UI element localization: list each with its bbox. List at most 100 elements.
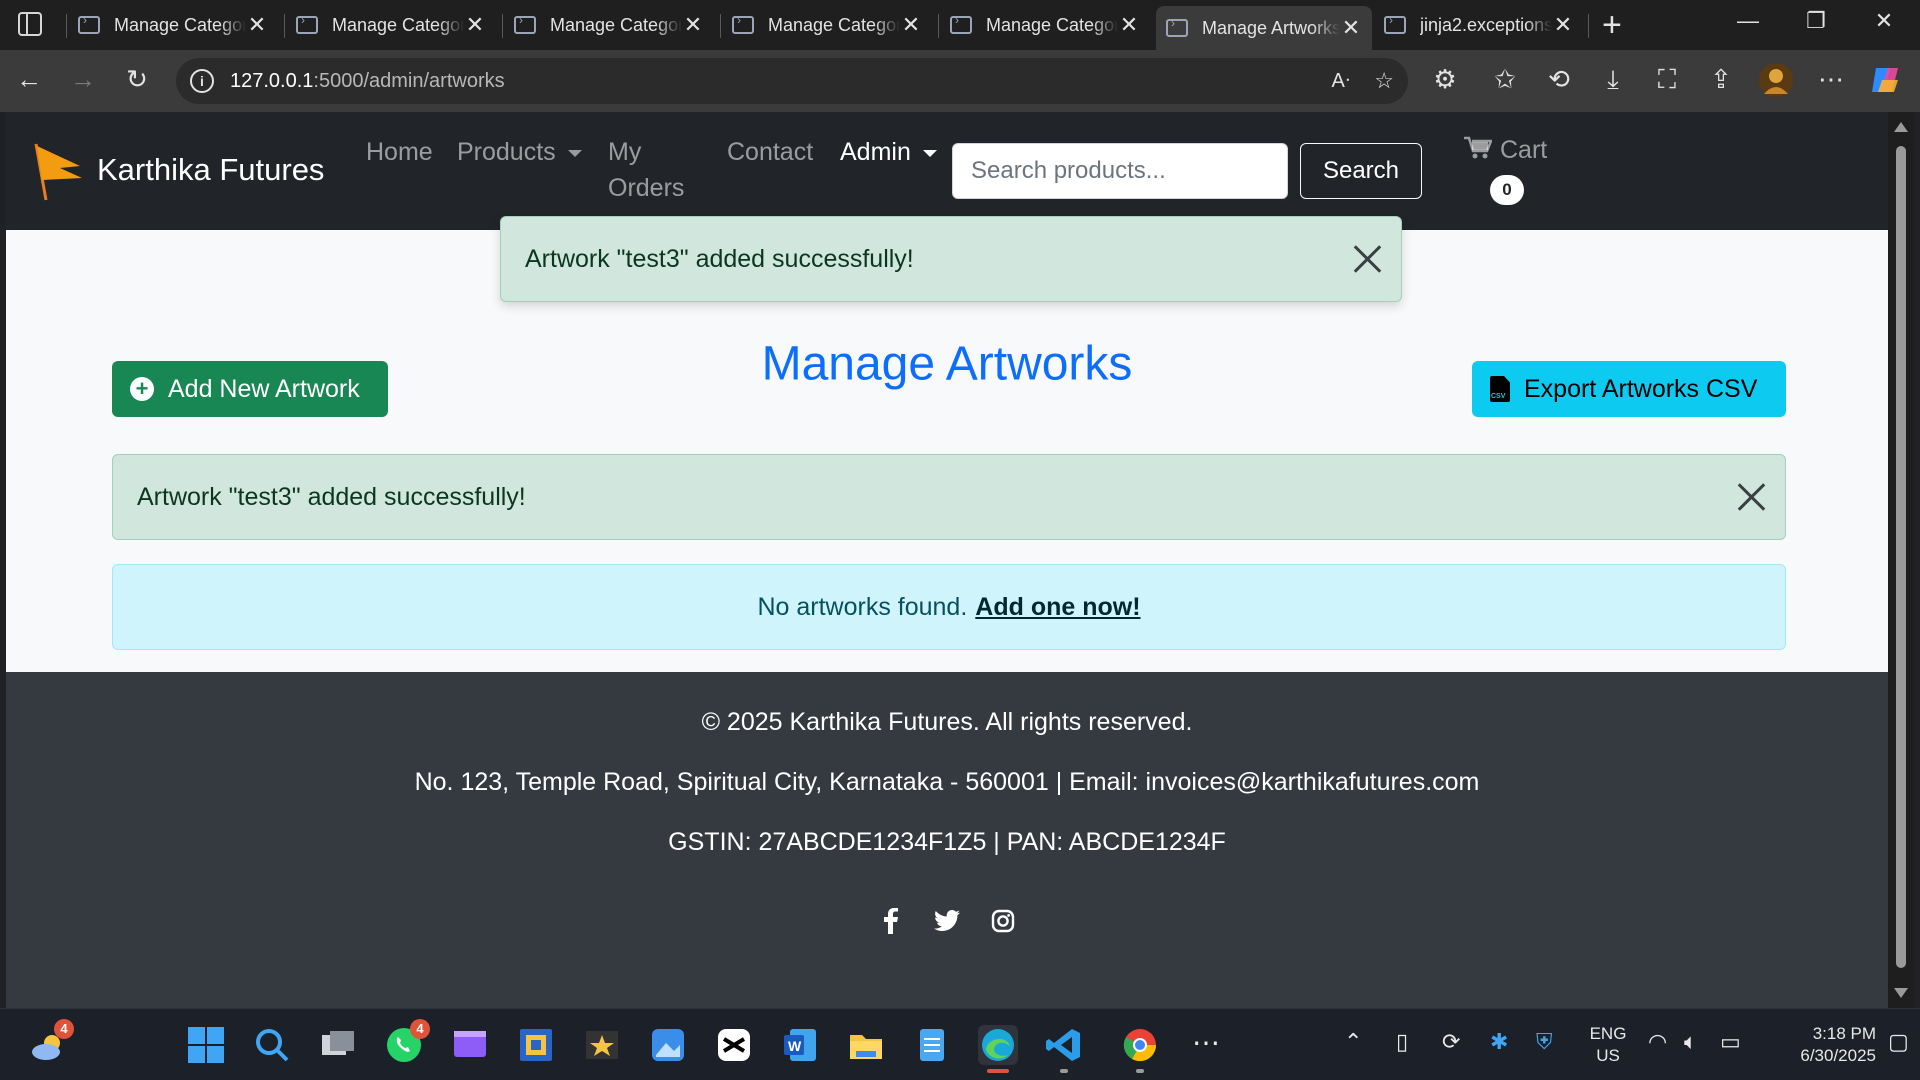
search-button[interactable]: Search xyxy=(1300,143,1422,199)
notepad-icon[interactable] xyxy=(912,1025,952,1065)
whatsapp-icon[interactable]: 4 xyxy=(384,1019,430,1065)
wifi-icon[interactable]: ◠ xyxy=(1648,1029,1667,1055)
browser-tab[interactable]: jinja2.exceptions ✕ xyxy=(1374,6,1584,44)
bluetooth-icon[interactable]: ✱ xyxy=(1490,1029,1508,1055)
copilot-icon[interactable] xyxy=(1868,62,1902,105)
nav-admin-label: Admin xyxy=(840,138,911,166)
browser-tab-active[interactable]: Manage Artworks ✕ xyxy=(1156,6,1372,50)
usb-device-icon[interactable]: ▯ xyxy=(1396,1029,1408,1055)
site-navbar: Karthika Futures Home Products My Orders… xyxy=(6,112,1888,230)
tab-separator xyxy=(502,14,503,38)
close-icon[interactable] xyxy=(1735,481,1767,513)
task-view-icon[interactable] xyxy=(318,1025,358,1065)
tab-close-icon[interactable]: ✕ xyxy=(682,12,704,38)
tab-close-icon[interactable]: ✕ xyxy=(246,12,268,38)
show-hidden-icons-icon[interactable]: ⌃ xyxy=(1344,1029,1362,1055)
facebook-icon[interactable] xyxy=(878,908,904,934)
history-icon[interactable]: ⟲ xyxy=(1542,64,1576,95)
browser-tab[interactable]: Manage Categories ✕ xyxy=(286,6,496,44)
favorite-star-icon[interactable]: ☆ xyxy=(1374,68,1394,94)
browser-tab[interactable]: Manage Categories ✕ xyxy=(504,6,714,44)
close-icon[interactable] xyxy=(1351,243,1383,275)
chevron-down-icon xyxy=(922,149,937,157)
page-scrollbar[interactable] xyxy=(1888,112,1914,1008)
vscode-icon[interactable] xyxy=(1044,1025,1084,1065)
tab-actions-menu-icon[interactable] xyxy=(18,12,42,36)
extensions-icon[interactable]: ⚙ xyxy=(1428,64,1462,95)
close-window-icon[interactable]: ✕ xyxy=(1864,8,1904,34)
edge-icon[interactable] xyxy=(978,1025,1018,1065)
nav-contact[interactable]: Contact xyxy=(727,134,813,170)
tab-title: jinja2.exceptions xyxy=(1420,14,1552,35)
battery-icon[interactable]: ▭ xyxy=(1720,1029,1741,1055)
weather-widget-icon[interactable]: 4 xyxy=(28,1019,74,1065)
downloads-icon[interactable]: ⤓ xyxy=(1596,64,1630,96)
profile-avatar[interactable] xyxy=(1758,62,1793,105)
tab-close-icon[interactable]: ✕ xyxy=(1340,15,1362,41)
browser-tab[interactable]: Manage Categories ✕ xyxy=(722,6,932,44)
export-csv-button[interactable]: CSV Export Artworks CSV xyxy=(1472,361,1786,417)
movie-maker-icon[interactable] xyxy=(582,1025,622,1065)
tab-close-icon[interactable]: ✕ xyxy=(464,12,486,38)
file-app-icon[interactable] xyxy=(516,1025,556,1065)
address-bar[interactable]: i 127.0.0.1:5000/admin/artworks ☆ Aᐧ xyxy=(176,58,1408,104)
empty-state-alert: No artworks found. Add one now! xyxy=(112,564,1786,650)
whatsapp-badge: 4 xyxy=(410,1019,430,1039)
instagram-icon[interactable] xyxy=(990,908,1016,934)
volume-icon[interactable]: 🔈︎ xyxy=(1684,1029,1697,1055)
brand-name[interactable]: Karthika Futures xyxy=(97,152,324,188)
share-icon[interactable]: ⇪ xyxy=(1704,64,1738,95)
search-icon[interactable] xyxy=(252,1025,292,1065)
twitter-icon[interactable] xyxy=(934,908,960,934)
sync-icon[interactable]: ⟳ xyxy=(1442,1029,1460,1055)
language-indicator[interactable]: ENG US xyxy=(1580,1023,1636,1067)
nav-home[interactable]: Home xyxy=(366,134,433,170)
clipchamp-icon[interactable] xyxy=(450,1025,490,1065)
site-footer: © 2025 Karthika Futures. All rights rese… xyxy=(6,672,1888,1008)
footer-tax-info: GSTIN: 27ABCDE1234F1Z5 | PAN: ABCDE1234F xyxy=(668,828,1226,856)
site-info-icon[interactable]: i xyxy=(190,69,214,93)
scroll-down-icon[interactable] xyxy=(1894,988,1908,998)
url-path: :5000/admin/artworks xyxy=(313,69,505,92)
screenshot-icon[interactable]: ⛶ xyxy=(1650,64,1684,96)
notifications-icon[interactable]: ▢ xyxy=(1888,1029,1909,1055)
tab-close-icon[interactable]: ✕ xyxy=(900,12,922,38)
tab-close-icon[interactable]: ✕ xyxy=(1552,12,1574,38)
clock[interactable]: 3:18 PM 6/30/2025 xyxy=(1766,1023,1876,1067)
restore-icon[interactable]: ❐ xyxy=(1796,8,1836,34)
forward-icon[interactable]: → xyxy=(66,64,100,95)
browser-tab-strip: Manage Categories ✕ Manage Categories ✕ … xyxy=(0,0,1920,50)
search-input[interactable] xyxy=(952,143,1288,199)
refresh-icon[interactable]: ↻ xyxy=(120,64,154,95)
add-artwork-button[interactable]: + Add New Artwork xyxy=(112,361,388,417)
file-explorer-icon[interactable] xyxy=(846,1025,886,1065)
nav-products[interactable]: Products xyxy=(457,134,582,170)
security-shield-icon[interactable]: ⛨ xyxy=(1536,1029,1553,1055)
nav-my-orders-line1: My xyxy=(608,138,642,166)
word-icon[interactable]: W xyxy=(780,1025,820,1065)
minimize-icon[interactable]: — xyxy=(1728,8,1768,34)
tab-close-icon[interactable]: ✕ xyxy=(1118,12,1140,38)
chrome-running-indicator xyxy=(1136,1069,1144,1073)
cart-icon xyxy=(1464,136,1493,167)
terminal-favicon-icon xyxy=(78,13,100,34)
new-tab-icon[interactable]: + xyxy=(1602,6,1622,45)
browser-tab[interactable]: Manage Categories ✕ xyxy=(940,6,1150,44)
scroll-up-icon[interactable] xyxy=(1894,122,1908,132)
scroll-thumb[interactable] xyxy=(1896,146,1906,968)
add-one-now-link[interactable]: Add one now! xyxy=(975,593,1140,622)
chrome-icon[interactable] xyxy=(1120,1025,1160,1065)
start-icon[interactable] xyxy=(186,1025,226,1065)
browser-tab[interactable]: Manage Categories ✕ xyxy=(68,6,278,44)
read-aloud-icon[interactable]: Aᐧ xyxy=(1332,68,1350,93)
back-icon[interactable]: ← xyxy=(12,64,46,95)
more-apps-icon[interactable]: ⋯ xyxy=(1186,1025,1226,1065)
capcut-icon[interactable] xyxy=(714,1025,754,1065)
favorites-icon[interactable]: ✩ xyxy=(1488,64,1522,95)
nav-my-orders[interactable]: My Orders xyxy=(608,134,684,206)
nav-admin[interactable]: Admin xyxy=(840,134,937,170)
cart-link[interactable]: Cart xyxy=(1464,136,1547,167)
photos-icon[interactable] xyxy=(648,1025,688,1065)
more-menu-icon[interactable]: ⋯ xyxy=(1814,64,1848,95)
flag-logo-icon[interactable] xyxy=(30,140,86,207)
